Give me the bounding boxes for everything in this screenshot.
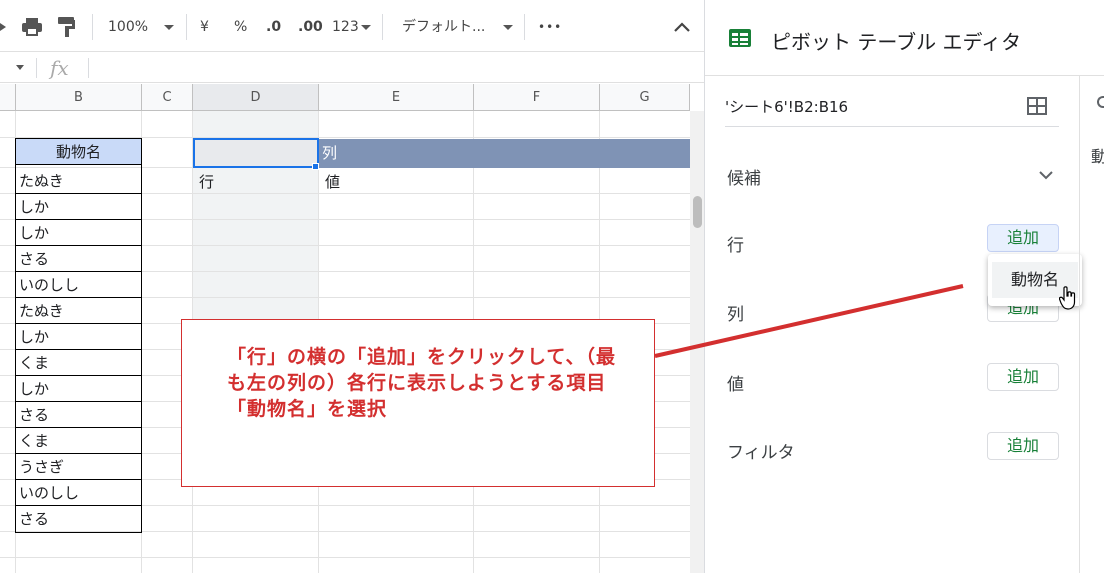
- column-header-d[interactable]: D: [193, 84, 319, 111]
- column-header-c[interactable]: C: [142, 84, 193, 111]
- scrollbar-thumb[interactable]: [693, 196, 702, 228]
- percent-button[interactable]: %: [234, 16, 247, 38]
- select-range-icon[interactable]: [1027, 97, 1047, 119]
- number-format-select[interactable]: 123: [332, 16, 371, 38]
- formula-input[interactable]: [96, 55, 686, 81]
- more-options-icon[interactable]: •••: [538, 16, 562, 38]
- side-panel-peek-icon: [1097, 96, 1104, 108]
- rows-label: 行: [727, 236, 744, 256]
- table-row[interactable]: しか: [16, 194, 141, 220]
- table-row[interactable]: しか: [16, 324, 141, 350]
- toolbar: 100% ¥ % .0 .00 123 デフォルト... •••: [0, 0, 704, 52]
- table-row[interactable]: くま: [16, 428, 141, 454]
- data-range-text[interactable]: 'シート6'!B2:B16: [725, 96, 848, 117]
- sheets-table-icon: [729, 29, 751, 51]
- pivot-row-label[interactable]: 行: [196, 169, 316, 195]
- font-select[interactable]: デフォルト...: [402, 16, 514, 38]
- animal-header-cell[interactable]: 動物名: [16, 139, 141, 165]
- decrease-decimal-button[interactable]: .0: [266, 16, 281, 38]
- add-filter-button[interactable]: 追加: [987, 432, 1059, 460]
- table-row[interactable]: さる: [16, 402, 141, 428]
- chevron-down-icon[interactable]: [1039, 168, 1053, 184]
- print-icon[interactable]: [22, 16, 42, 38]
- increase-decimal-button[interactable]: .00: [298, 16, 323, 38]
- pivot-editor-panel: ピボット テーブル エディタ 'シート6'!B2:B16 候補 行 追加 列 追…: [704, 0, 1104, 573]
- table-row[interactable]: いのしし: [16, 480, 141, 506]
- column-header-e[interactable]: E: [319, 84, 474, 111]
- zoom-select[interactable]: 100%: [108, 16, 175, 38]
- formula-bar: fx: [0, 53, 704, 83]
- table-row[interactable]: いのしし: [16, 272, 141, 298]
- table-row[interactable]: しか: [16, 220, 141, 246]
- columns-label: 列: [727, 305, 744, 325]
- currency-button[interactable]: ¥: [200, 16, 209, 38]
- add-rows-button[interactable]: 追加: [987, 224, 1059, 252]
- table-row[interactable]: さる: [16, 246, 141, 272]
- column-header-a[interactable]: [0, 84, 16, 111]
- table-row[interactable]: たぬき: [16, 298, 141, 324]
- side-panel-peek-label: 動: [1091, 147, 1104, 166]
- table-row[interactable]: くま: [16, 350, 141, 376]
- table-row[interactable]: うさぎ: [16, 454, 141, 480]
- name-box-dropdown-icon[interactable]: [16, 65, 24, 70]
- panel-header: ピボット テーブル エディタ: [705, 0, 1104, 76]
- fx-icon: fx: [50, 56, 69, 80]
- zoom-value: 100%: [108, 19, 149, 35]
- redo-icon[interactable]: [0, 16, 10, 38]
- column-header-g[interactable]: G: [600, 84, 690, 111]
- table-row[interactable]: しか: [16, 376, 141, 402]
- paint-format-icon[interactable]: [58, 16, 76, 38]
- filter-label: フィルタ: [727, 443, 795, 463]
- table-row[interactable]: たぬき: [16, 168, 141, 194]
- panel-title: ピボット テーブル エディタ: [771, 30, 1022, 54]
- column-header-f[interactable]: F: [474, 84, 600, 111]
- collapse-toolbar-icon[interactable]: [674, 16, 690, 38]
- vertical-scrollbar[interactable]: [690, 111, 704, 573]
- add-values-button[interactable]: 追加: [987, 363, 1059, 391]
- column-header-b[interactable]: B: [16, 84, 142, 111]
- candidates-label: 候補: [727, 169, 761, 189]
- annotation-callout: 「行」の横の「追加」をクリックして、（最も左の列の）各行に表示しようとする項目「…: [181, 319, 655, 487]
- pivot-column-header[interactable]: 列: [319, 139, 690, 168]
- hand-cursor-icon: [1058, 286, 1077, 314]
- annotation-text: 「行」の横の「追加」をクリックして、（最も左の列の）各行に表示しようとする項目「…: [227, 346, 616, 420]
- table-row[interactable]: さる: [16, 506, 141, 532]
- selected-cell-d3[interactable]: [193, 138, 319, 168]
- pivot-value-label[interactable]: 値: [322, 169, 472, 195]
- values-label: 値: [727, 375, 744, 395]
